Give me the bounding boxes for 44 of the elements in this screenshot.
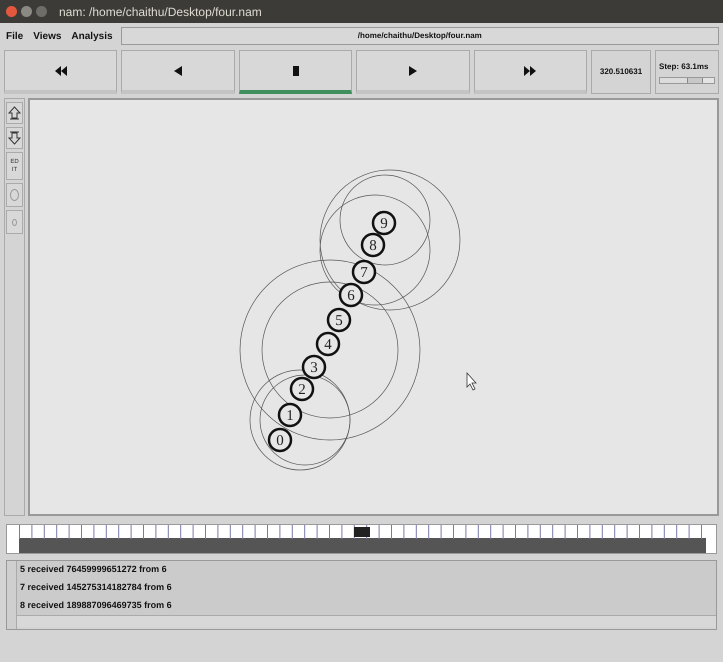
rewind-icon: [54, 66, 67, 76]
horizontal-scrollbar[interactable]: [17, 615, 716, 627]
file-path-field: /home/chaithu/Desktop/four.nam: [120, 27, 719, 45]
network-node[interactable]: 8: [360, 232, 386, 258]
step-back-icon: [174, 66, 182, 76]
step-label: Step: 63.1ms: [659, 60, 710, 72]
zoom-in-button[interactable]: [6, 102, 23, 124]
playback-button[interactable]: [238, 50, 352, 94]
stop-icon: [292, 66, 299, 76]
playback-button[interactable]: [356, 50, 470, 94]
small-circle-tool-button[interactable]: [6, 210, 23, 234]
playback-button[interactable]: [474, 50, 588, 94]
network-node[interactable]: 1: [278, 402, 302, 428]
up-arrow-icon: [8, 106, 21, 120]
zoom-out-button[interactable]: [6, 127, 23, 149]
playback-button[interactable]: [121, 50, 235, 94]
maximize-button[interactable]: [36, 6, 47, 17]
network-node[interactable]: 3: [302, 354, 326, 380]
step-slider[interactable]: [659, 76, 716, 84]
close-button[interactable]: [6, 6, 17, 17]
menu-item[interactable]: Views: [31, 28, 64, 44]
network-node[interactable]: 7: [352, 260, 376, 284]
playback-button[interactable]: [4, 50, 118, 94]
menu-item[interactable]: File: [4, 28, 26, 44]
down-arrow-icon: [8, 131, 21, 145]
time-marker-icon[interactable]: [354, 527, 370, 537]
vertical-scrollbar[interactable]: [7, 561, 17, 629]
network-node[interactable]: 2: [290, 376, 314, 402]
small-circle-icon: [12, 218, 17, 226]
circle-icon: [10, 189, 19, 201]
minimize-button[interactable]: [21, 6, 32, 17]
network-node[interactable]: 5: [326, 308, 352, 332]
play-icon: [408, 66, 417, 76]
network-node[interactable]: 9: [372, 210, 396, 236]
slider-thumb[interactable]: [687, 78, 704, 82]
circle-tool-button[interactable]: [6, 183, 23, 207]
network-node[interactable]: 4: [316, 332, 340, 356]
mouse-cursor-icon: [466, 372, 477, 391]
menu-item[interactable]: Analysis: [69, 28, 115, 44]
network-node[interactable]: 6: [338, 282, 364, 308]
network-node[interactable]: 0: [268, 428, 292, 452]
fast-forward-icon: [524, 66, 536, 76]
time-display: 320.510631: [591, 50, 652, 94]
window-title: nam: /home/chaithu/Desktop/four.nam: [59, 4, 262, 20]
